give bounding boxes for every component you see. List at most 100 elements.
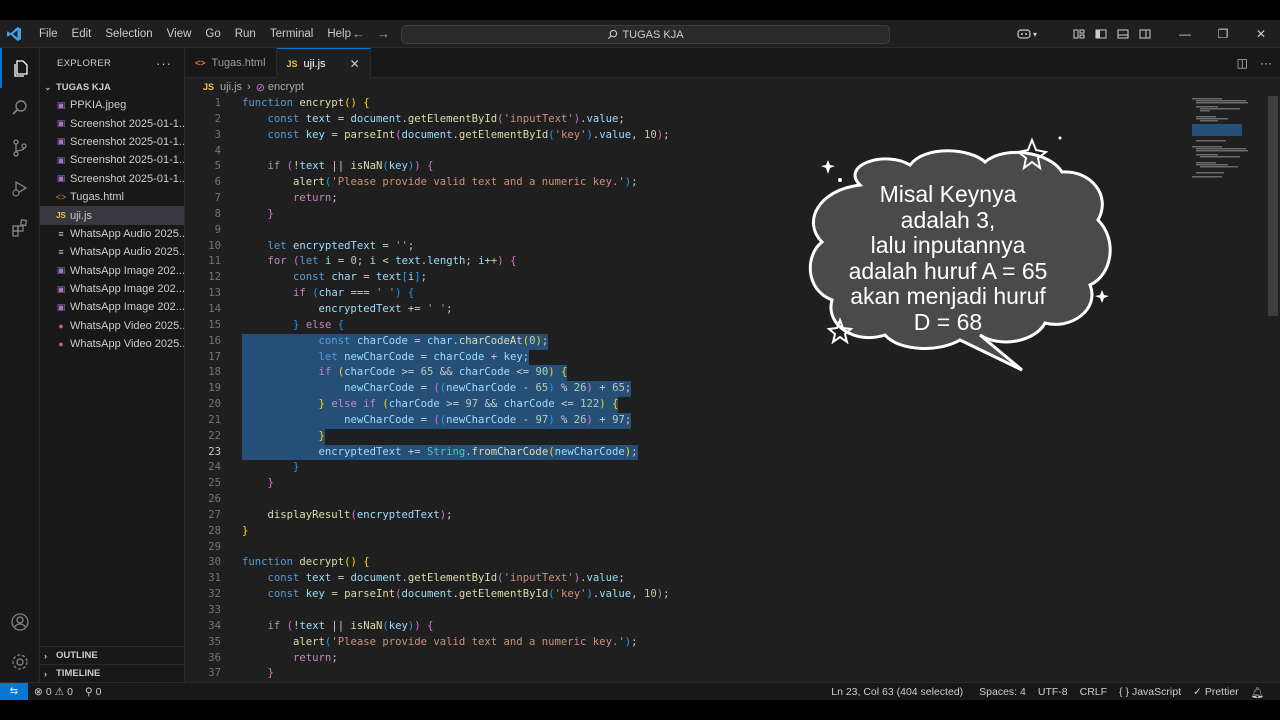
annotation-line: Misal Keynya bbox=[879, 181, 1017, 207]
outline-label: OUTLINE bbox=[56, 650, 98, 661]
image-file-icon: ▣ bbox=[56, 173, 66, 184]
line-number: 14 bbox=[208, 302, 221, 315]
file-item[interactable]: ▣ Screenshot 2025-01-1... bbox=[40, 151, 184, 169]
code-line: 20 } else if (charCode >= 97 && charCode… bbox=[185, 397, 1185, 413]
line-ending[interactable]: CRLF bbox=[1074, 686, 1113, 698]
code-text: let newCharCode = charCode + key; bbox=[242, 349, 530, 366]
layout-customize-icon[interactable] bbox=[1068, 20, 1090, 48]
accounts-icon[interactable] bbox=[0, 602, 40, 642]
forward-arrow-icon[interactable]: → bbox=[377, 20, 390, 48]
line-number: 33 bbox=[208, 604, 221, 616]
tab-tugas-html[interactable]: <> Tugas.html bbox=[185, 48, 277, 78]
audio-file-icon: ≡ bbox=[58, 228, 64, 239]
audio-file-icon: ≡ bbox=[58, 247, 64, 258]
code-text: } bbox=[293, 461, 300, 474]
toggle-secondary-sidebar-icon[interactable] bbox=[1134, 20, 1156, 48]
ports-indicator[interactable]: ⚲ 0 bbox=[79, 686, 108, 698]
file-item[interactable]: ▣ WhatsApp Image 202... bbox=[40, 262, 184, 280]
line-number: 35 bbox=[208, 635, 221, 648]
code-text: const charCode = char.charCodeAt(0); bbox=[242, 333, 549, 350]
status-right: Ln 23, Col 63 (404 selected) Spaces: 4 U… bbox=[825, 683, 1270, 701]
close-icon[interactable]: ✕ bbox=[350, 57, 360, 71]
menu-item-file[interactable]: File bbox=[32, 20, 65, 48]
toggle-sidebar-icon[interactable] bbox=[1090, 20, 1112, 48]
explorer-title: EXPLORER bbox=[57, 57, 112, 69]
file-name: Screenshot 2025-01-1... bbox=[70, 154, 184, 167]
timeline-section[interactable]: › TIMELINE bbox=[40, 664, 185, 682]
outline-section[interactable]: › OUTLINE bbox=[40, 646, 185, 664]
toggle-panel-icon[interactable] bbox=[1112, 20, 1134, 48]
explorer-icon[interactable] bbox=[0, 48, 40, 88]
code-text: const char = text[i]; bbox=[293, 271, 428, 284]
file-item[interactable]: JS uji.js bbox=[40, 206, 184, 225]
remote-indicator-icon[interactable]: ⇆ bbox=[0, 682, 28, 701]
command-center-search[interactable]: TUGAS KJA bbox=[401, 25, 890, 44]
line-number: 16 bbox=[208, 334, 221, 347]
annotation-line: akan menjadi huruf bbox=[850, 283, 1046, 309]
minimize-icon[interactable]: — bbox=[1166, 20, 1204, 48]
extensions-icon[interactable] bbox=[0, 208, 40, 248]
minimap[interactable] bbox=[1190, 96, 1260, 196]
language-mode[interactable]: { } JavaScript bbox=[1113, 686, 1187, 698]
prettier-status[interactable]: ✓ Prettier bbox=[1187, 686, 1245, 698]
explorer-sidebar: EXPLORER ··· ⌄ TUGAS KJA ▣ PPKIA.jpeg ▣ Scr… bbox=[40, 48, 185, 682]
encoding[interactable]: UTF-8 bbox=[1032, 686, 1074, 698]
line-number: 2 bbox=[214, 112, 221, 125]
indentation[interactable]: Spaces: 4 bbox=[973, 686, 1032, 698]
split-editor-icon[interactable]: ◫ bbox=[1237, 56, 1248, 70]
line-number: 8 bbox=[214, 207, 221, 220]
settings-gear-icon[interactable] bbox=[0, 642, 40, 682]
file-item[interactable]: <> Tugas.html bbox=[40, 188, 184, 206]
file-item[interactable]: ▣ Screenshot 2025-01-1... bbox=[40, 114, 184, 132]
code-line: 1 function encrypt() { bbox=[185, 96, 1185, 112]
file-item[interactable]: ≡ WhatsApp Audio 2025... bbox=[40, 225, 184, 243]
source-control-icon[interactable] bbox=[0, 128, 40, 168]
vertical-scrollbar[interactable] bbox=[1268, 96, 1278, 316]
file-item[interactable]: ● WhatsApp Video 2025... bbox=[40, 335, 184, 353]
line-number: 11 bbox=[208, 255, 221, 268]
annotation-text: Misal Keynya adalah 3, lalu inputannya a… bbox=[808, 181, 1088, 335]
menu-item-terminal[interactable]: Terminal bbox=[263, 20, 320, 48]
file-item[interactable]: ▣ WhatsApp Image 202... bbox=[40, 298, 184, 316]
letterbox-bottom bbox=[0, 700, 1280, 720]
file-item[interactable]: ● WhatsApp Video 2025... bbox=[40, 317, 184, 335]
run-debug-icon[interactable] bbox=[0, 168, 40, 208]
problems-indicator[interactable]: ⊗ 0 ⚠ 0 bbox=[28, 686, 79, 698]
folder-name: TUGAS KJA bbox=[56, 81, 111, 93]
file-name: PPKIA.jpeg bbox=[70, 99, 127, 112]
code-line: 26 bbox=[185, 492, 1185, 508]
close-window-icon[interactable]: ✕ bbox=[1242, 20, 1280, 48]
editor-tabs: <> Tugas.html JS uji.js ✕ ◫ ··· bbox=[185, 48, 1280, 78]
sparkle-icon bbox=[821, 160, 835, 174]
more-actions-icon[interactable]: ··· bbox=[156, 56, 172, 71]
cursor-position[interactable]: Ln 23, Col 63 (404 selected) bbox=[825, 686, 969, 698]
menu-item-selection[interactable]: Selection bbox=[98, 20, 159, 48]
menu-item-view[interactable]: View bbox=[160, 20, 199, 48]
file-item[interactable]: ≡ WhatsApp Audio 2025... bbox=[40, 243, 184, 261]
copilot-icon[interactable]: ▾ bbox=[1010, 20, 1044, 48]
error-count: 0 bbox=[45, 685, 52, 698]
file-item[interactable]: ▣ WhatsApp Image 202... bbox=[40, 280, 184, 298]
code-text: const key = parseInt(document.getElement… bbox=[267, 588, 670, 601]
breadcrumb-file[interactable]: uji.js bbox=[220, 81, 242, 93]
line-number: 1 bbox=[214, 97, 221, 109]
file-name: WhatsApp Video 2025... bbox=[70, 338, 184, 351]
menu-item-run[interactable]: Run bbox=[228, 20, 263, 48]
folder-row[interactable]: ⌄ TUGAS KJA bbox=[40, 78, 184, 96]
file-item[interactable]: ▣ PPKIA.jpeg bbox=[40, 96, 184, 114]
code-line: 29 bbox=[185, 540, 1185, 556]
menu-item-go[interactable]: Go bbox=[198, 20, 227, 48]
back-arrow-icon[interactable]: ← bbox=[352, 20, 365, 48]
file-item[interactable]: ▣ Screenshot 2025-01-1... bbox=[40, 133, 184, 151]
menu-item-edit[interactable]: Edit bbox=[65, 20, 99, 48]
search-label: TUGAS KJA bbox=[622, 28, 684, 41]
more-actions-icon[interactable]: ··· bbox=[1260, 56, 1272, 70]
search-view-icon[interactable] bbox=[0, 88, 40, 128]
code-text: if (charCode >= 65 && charCode <= 90) { bbox=[242, 365, 568, 382]
restore-icon[interactable]: ❐ bbox=[1204, 20, 1242, 48]
breadcrumb-symbol[interactable]: encrypt bbox=[268, 81, 304, 93]
file-item[interactable]: ▣ Screenshot 2025-01-1... bbox=[40, 170, 184, 188]
notifications-bell-icon[interactable]: 🔔︎ bbox=[1245, 686, 1270, 699]
tab-uji-js[interactable]: JS uji.js ✕ bbox=[276, 48, 371, 78]
file-name: WhatsApp Image 202... bbox=[70, 301, 184, 314]
